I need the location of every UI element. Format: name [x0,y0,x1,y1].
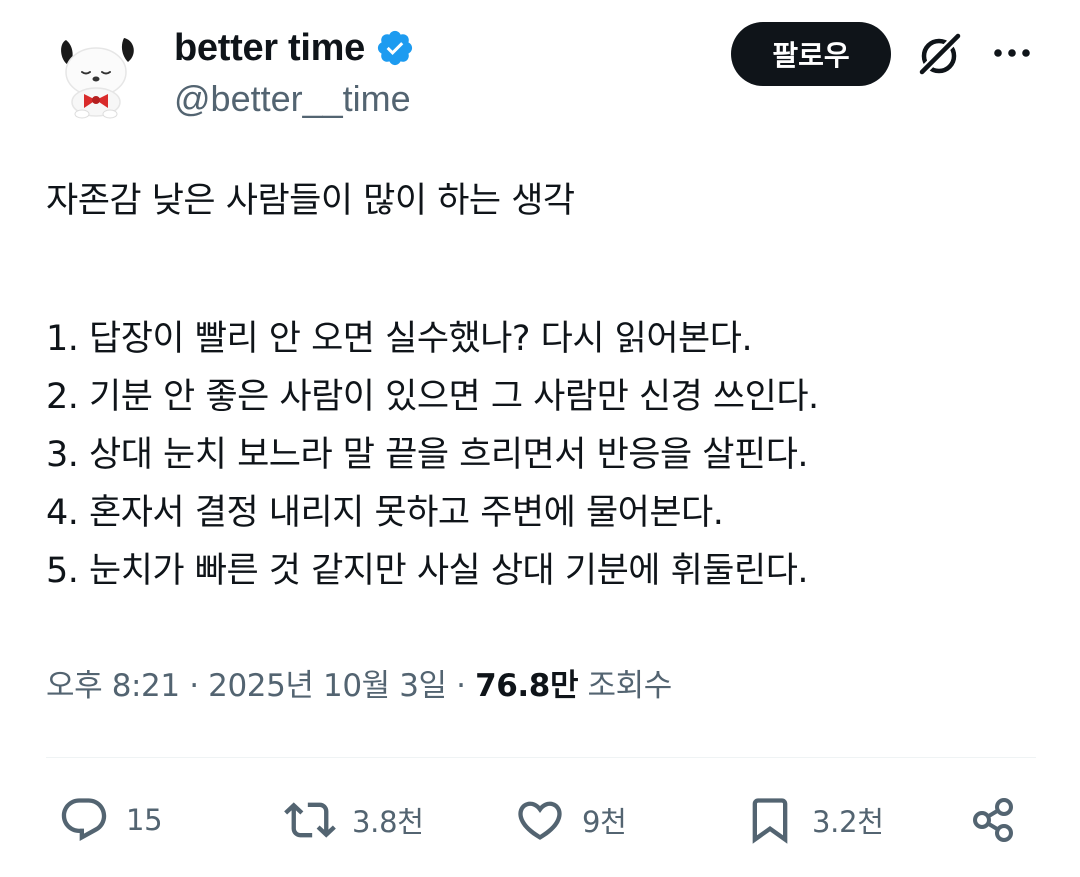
tweet-line: 5. 눈치가 빠른 것 같지만 사실 상대 기분에 휘둘린다. [46,551,809,591]
share-icon [973,798,1013,842]
tweet-title-line: 자존감 낮은 사람들이 많이 하는 생각 [46,181,575,221]
divider [46,757,1036,758]
verified-badge-icon[interactable] [375,28,415,68]
reply-button[interactable]: 15 [58,790,163,850]
retweet-button[interactable]: 3.8천 [284,790,424,850]
share-button[interactable] [968,790,1020,850]
like-button[interactable]: 9천 [514,790,627,850]
views-label: 조회수 [587,668,673,704]
tweet-line: 2. 기분 안 좋은 사람이 있으면 그 사람만 신경 쓰인다. [46,377,819,417]
tweet-meta: 오후 8:21 · 2025년 10월 3일 · 76.8만 조회수 [46,660,672,705]
follow-button[interactable]: 팔로우 [731,22,891,86]
tweet-time[interactable]: 오후 8:21 [46,668,180,704]
heart-icon [518,801,562,840]
author-avatar[interactable] [44,18,148,122]
reply-count: 15 [126,803,163,837]
bookmark-icon [752,798,788,844]
tweet-line: 4. 혼자서 결정 내리지 못하고 주변에 물어본다. [46,493,724,533]
like-count: 9천 [582,805,627,839]
grok-icon[interactable] [914,30,964,80]
bookmark-count: 3.2천 [812,805,884,839]
reply-icon [61,798,107,842]
bookmark-button[interactable]: 3.2천 [744,790,884,850]
meta-separator: · [456,668,466,704]
tweet-card: better time @better__time 팔로우 자존감 낮은 사람들… [0,0,1080,877]
retweet-icon [284,802,336,838]
tweet-line: 1. 답장이 빨리 안 오면 실수했나? 다시 읽어본다. [46,319,753,359]
more-options-icon[interactable] [990,38,1034,68]
tweet-date[interactable]: 2025년 10월 3일 [208,668,447,704]
tweet-line: 3. 상대 눈치 보느라 말 끝을 흐리면서 반응을 살핀다. [46,435,809,475]
author-display-name[interactable]: better time [174,27,365,70]
meta-separator: · [189,668,199,704]
avatar-image [44,18,148,122]
views-count: 76.8만 [475,668,579,704]
tweet-text: 자존감 낮은 사람들이 많이 하는 생각 1. 답장이 빨리 안 오면 실수했나… [46,172,1046,600]
author-name-row: better time [174,22,415,74]
retweet-count: 3.8천 [352,805,424,839]
author-handle[interactable]: @better__time [174,78,411,120]
